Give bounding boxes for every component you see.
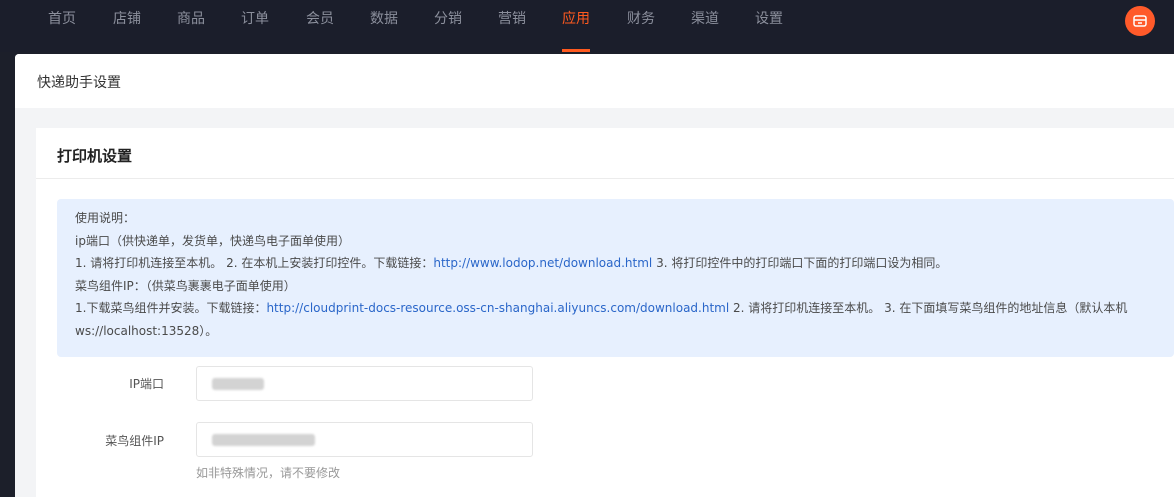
store-avatar[interactable]	[1125, 6, 1155, 36]
cainiao-download-link[interactable]: http://cloudprint-docs-resource.oss-cn-s…	[266, 301, 729, 315]
nav-item-marketing[interactable]: 营销	[498, 0, 526, 52]
cainiao-default-address: ws://localhost:13528）。	[75, 323, 218, 338]
nav-item-distribution[interactable]: 分销	[434, 0, 462, 52]
divider	[36, 178, 1174, 179]
redacted-value	[212, 378, 264, 390]
printer-settings-card: 打印机设置 使用说明： ip端口（供快递单，发货单，快递鸟电子面单使用） 1. …	[36, 128, 1174, 497]
nav-item-data[interactable]: 数据	[370, 0, 398, 52]
cainiao-steps: 1.下载菜鸟组件并安装。下载链接：http://cloudprint-docs-…	[75, 297, 1156, 320]
nav-item-apps[interactable]: 应用	[562, 0, 590, 52]
ip-step-text: 1. 请将打印机连接至本机。 2. 在本机上安装打印控件。下载链接：	[75, 256, 434, 270]
nav-item-products[interactable]: 商品	[177, 0, 205, 52]
store-icon	[1133, 15, 1147, 27]
ip-port-title: ip端口（供快递单，发货单，快递鸟电子面单使用）	[75, 233, 350, 248]
nav-item-home[interactable]: 首页	[48, 0, 76, 52]
usage-instructions: 使用说明： ip端口（供快递单，发货单，快递鸟电子面单使用） 1. 请将打印机连…	[57, 199, 1174, 357]
ip-port-steps: 1. 请将打印机连接至本机。 2. 在本机上安装打印控件。下载链接：http:/…	[75, 252, 1156, 275]
redacted-value	[212, 434, 315, 446]
nav-item-store[interactable]: 店铺	[113, 0, 141, 52]
lodop-download-link[interactable]: http://www.lodop.net/download.html	[433, 256, 652, 270]
field-hint: 如非特殊情况，请不要修改	[196, 466, 341, 480]
card-title: 打印机设置	[57, 147, 133, 165]
main-content: 快递助手设置 打印机设置 使用说明： ip端口（供快递单，发货单，快递鸟电子面单…	[15, 54, 1174, 497]
top-navigation: 首页 店铺 商品 订单 会员 数据 分销 营销 应用 财务 渠道 设置	[0, 0, 1174, 52]
nav-item-orders[interactable]: 订单	[241, 0, 269, 52]
cainiao-step-text: 1.下载菜鸟组件并安装。下载链接：	[75, 301, 267, 315]
instructions-heading: 使用说明：	[75, 211, 136, 225]
page-header: 快递助手设置	[15, 54, 1174, 108]
cainiao-title: 菜鸟组件IP：（供菜鸟裹裹电子面单使用）	[75, 278, 296, 293]
cainiao-step2-text: 2. 请将打印机连接至本机。 3. 在下面填写菜鸟组件的地址信息（默认本机	[729, 301, 1128, 315]
nav-item-finance[interactable]: 财务	[627, 0, 655, 52]
nav-item-settings[interactable]: 设置	[755, 0, 783, 52]
page-title: 快递助手设置	[37, 75, 121, 91]
cainiao-ip-label: 菜鸟组件IP	[105, 434, 164, 448]
ip-step3-text: 3. 将打印控件中的打印端口下面的打印端口设为相同。	[652, 256, 948, 270]
ip-port-label: IP端口	[129, 377, 164, 391]
nav-item-members[interactable]: 会员	[306, 0, 334, 52]
nav-item-channels[interactable]: 渠道	[691, 0, 719, 52]
